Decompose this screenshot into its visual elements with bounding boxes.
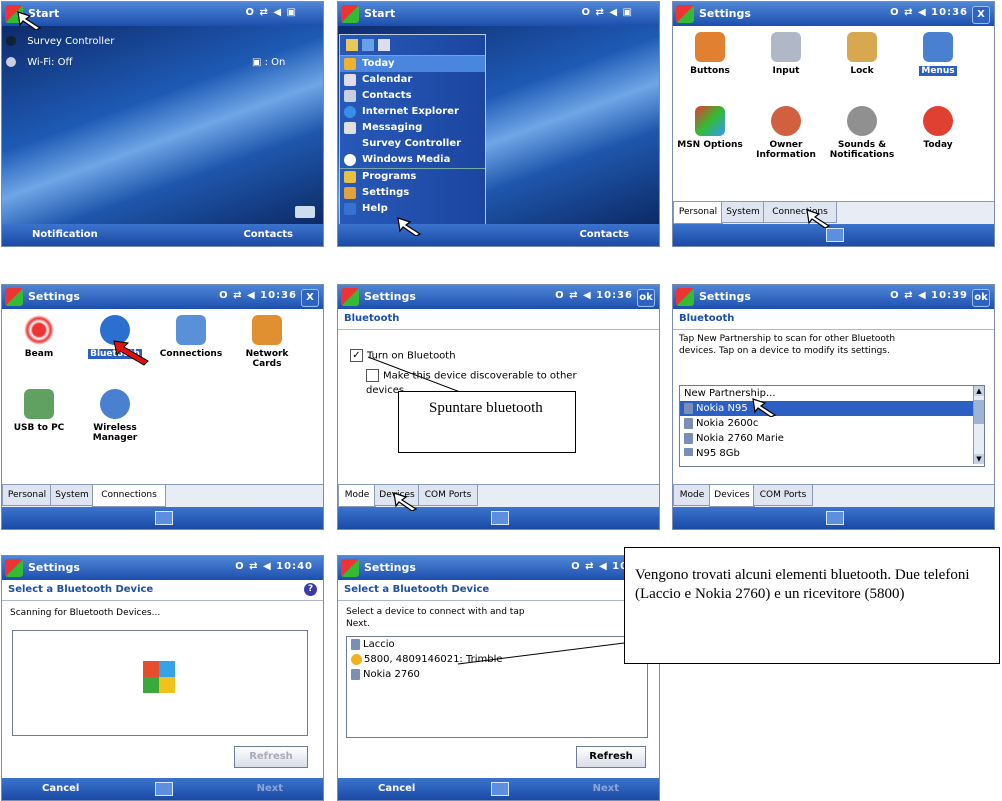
callout-text: Vengono trovati alcuni elementi bluetoot… <box>635 567 970 602</box>
callout-box: Vengono trovati alcuni elementi bluetoot… <box>624 547 1000 664</box>
callout-pointer-line <box>457 640 641 665</box>
